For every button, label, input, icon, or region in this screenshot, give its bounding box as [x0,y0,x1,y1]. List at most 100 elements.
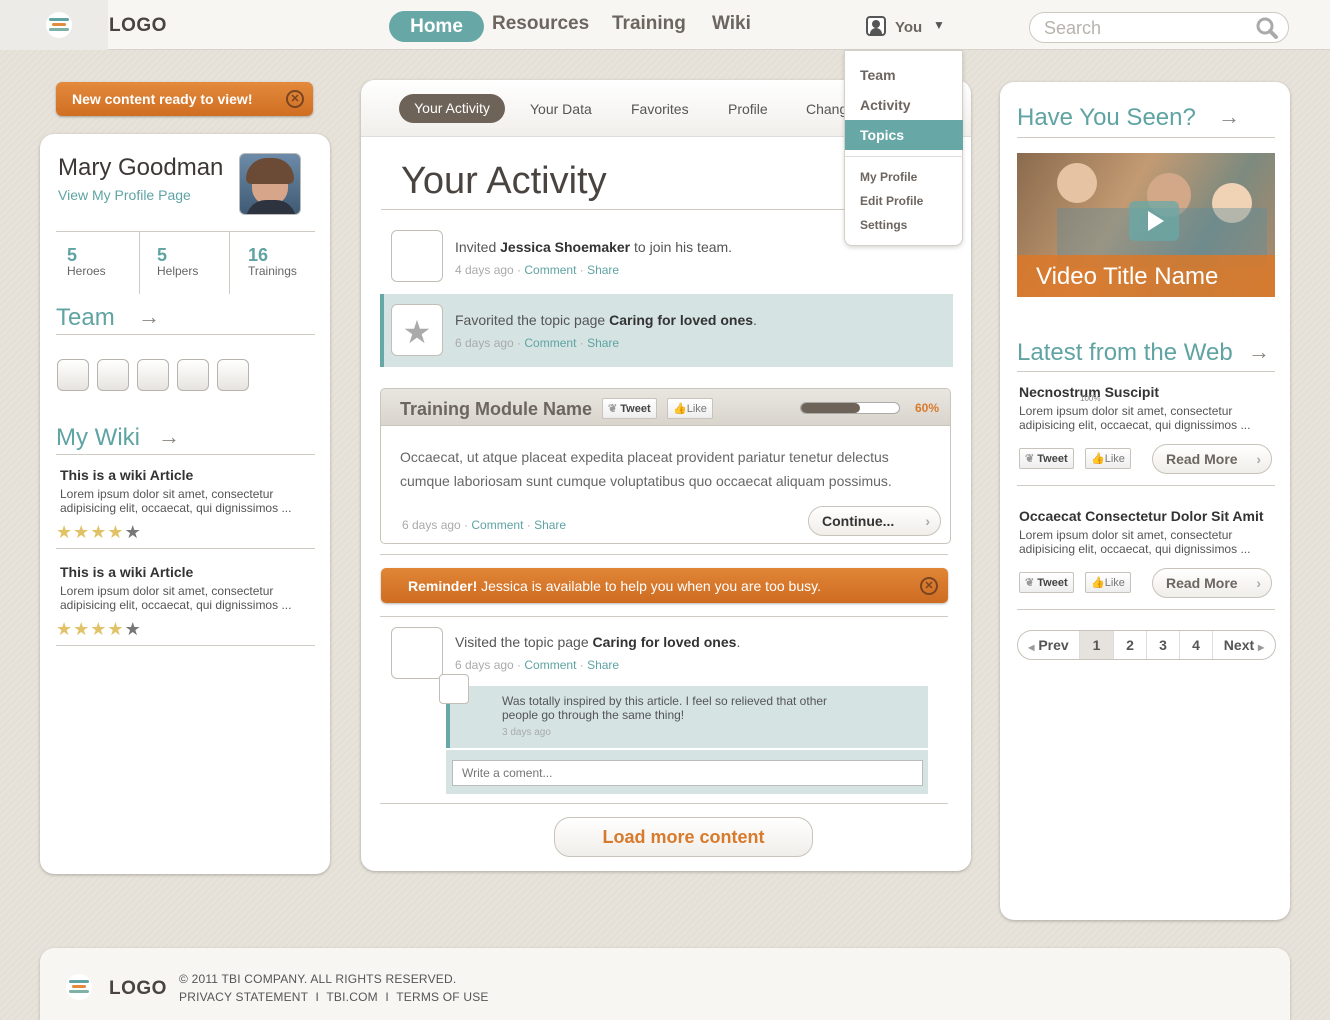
team-member-slot[interactable] [177,359,209,391]
activity-thumbnail[interactable]: ★ [391,304,443,356]
search-box[interactable] [1029,12,1289,43]
rating-stars: ★★★★★ [56,619,142,640]
topic-link[interactable]: Caring for loved ones [609,312,753,328]
pagination-prev[interactable]: ◀ Prev [1018,631,1080,659]
nav-wiki[interactable]: Wiki [712,13,751,35]
tweet-button[interactable]: ❦ Tweet [1019,448,1074,469]
training-module-card: Training Module Name ❦ Tweet 👍Like 60% O… [380,388,951,544]
pagination-page-3[interactable]: 3 [1147,631,1180,659]
comment-link[interactable]: Comment [471,518,523,532]
tab-change[interactable]: Chang [806,101,847,117]
tab-profile[interactable]: Profile [728,101,768,117]
nav-training[interactable]: Training [612,13,686,35]
star-icon: ★ [402,314,432,350]
share-link[interactable]: Share [587,336,619,350]
tab-favorites[interactable]: Favorites [631,101,689,117]
tweet-button[interactable]: ❦ Tweet [1019,572,1074,593]
logo-area [0,0,108,50]
share-link[interactable]: Share [587,658,619,672]
user-dropdown-menu: Team Activity Topics My Profile Edit Pro… [844,50,963,246]
chevron-down-icon[interactable]: ▼ [933,18,945,32]
pagination-next[interactable]: Next ▶ [1213,631,1275,659]
comment-input[interactable] [452,760,923,786]
activity-meta: 6 days ago · Comment · Share [455,336,620,350]
team-member-slot[interactable] [57,359,89,391]
pagination-page-4[interactable]: 4 [1180,631,1213,659]
topic-link[interactable]: Caring for loved ones [593,634,737,650]
wiki-article-title[interactable]: This is a wiki Article [60,467,193,483]
like-button[interactable]: 👍Like [1085,572,1131,593]
thumbs-up-icon: 👍 [673,403,687,415]
latest-web-title[interactable]: Latest from the Web [1017,339,1233,367]
user-menu-label[interactable]: You [895,19,922,36]
notification-banner[interactable]: New content ready to view! ✕ [56,82,313,116]
arrow-right-icon[interactable]: → [1218,104,1240,130]
menu-item-my-profile[interactable]: My Profile [860,170,917,184]
activity-user-link[interactable]: Jessica Shoemaker [500,239,630,255]
wiki-title[interactable]: My Wiki [56,424,140,452]
share-link[interactable]: Share [534,518,566,532]
menu-divider [845,156,963,157]
like-button[interactable]: 👍Like [1085,448,1131,469]
close-icon[interactable]: ✕ [286,90,304,108]
have-you-seen-title[interactable]: Have You Seen? [1017,104,1196,132]
activity-thumbnail[interactable] [391,230,443,282]
read-more-button[interactable]: Read More › [1152,444,1272,474]
divider [380,803,948,804]
wiki-article-title[interactable]: This is a wiki Article [60,564,193,580]
privacy-link[interactable]: PRIVACY STATEMENT [179,990,308,1004]
load-more-button[interactable]: Load more content [554,817,813,857]
reply-text: Was totally inspired by this article. I … [502,694,828,722]
team-title[interactable]: Team [56,304,115,332]
training-title[interactable]: Training Module Name [400,399,592,420]
nav-home[interactable]: Home [389,11,484,42]
team-member-slot[interactable] [97,359,129,391]
read-more-button[interactable]: Read More › [1152,568,1272,598]
menu-item-team[interactable]: Team [860,67,896,83]
arrow-right-icon[interactable]: → [158,424,180,450]
tab-your-data[interactable]: Your Data [530,101,592,117]
arrow-right-icon[interactable]: → [138,304,160,330]
comment-link[interactable]: Comment [524,336,576,350]
star-icon: ★ [107,522,124,542]
team-member-slot[interactable] [217,359,249,391]
chevron-right-icon: › [1256,451,1261,467]
menu-item-settings[interactable]: Settings [860,218,907,232]
reply-avatar[interactable] [439,674,469,704]
web-article-title[interactable]: Occaecat Consectetur Dolor Sit Amit [1019,508,1264,524]
pagination-page-2[interactable]: 2 [1114,631,1147,659]
footer-separator: I [385,990,389,1004]
web-article-body: Lorem ipsum dolor sit amet, consectetur … [1019,404,1251,432]
top-header: LOGO Home Resources Training Wiki You ▼ [0,0,1330,50]
footer-logo-text[interactable]: LOGO [109,978,167,1000]
tweet-button[interactable]: ❦ Tweet [602,398,657,419]
activity-thumbnail[interactable] [391,627,443,679]
menu-item-activity[interactable]: Activity [860,97,911,113]
profile-link[interactable]: View My Profile Page [58,187,191,203]
pagination-page-1[interactable]: 1 [1080,631,1114,659]
continue-button[interactable]: Continue... › [808,506,941,536]
profile-name: Mary Goodman [58,154,224,181]
comment-link[interactable]: Comment [524,658,576,672]
arrow-right-icon[interactable]: → [1248,339,1270,365]
like-button[interactable]: 👍Like [667,398,713,419]
terms-link[interactable]: TERMS OF USE [396,990,488,1004]
logo-text[interactable]: LOGO [109,15,167,37]
user-avatar-icon[interactable] [866,16,886,36]
play-icon[interactable] [1129,201,1179,241]
tab-your-activity[interactable]: Your Activity [399,94,505,123]
progress-bar [800,402,900,414]
search-icon[interactable] [1255,16,1279,40]
close-icon[interactable]: ✕ [920,577,938,595]
tbi-link[interactable]: TBI.COM [326,990,377,1004]
menu-item-edit-profile[interactable]: Edit Profile [860,194,923,208]
video-thumbnail[interactable]: Video Title Name [1017,153,1275,297]
team-member-slot[interactable] [137,359,169,391]
share-link[interactable]: Share [587,263,619,277]
nav-resources[interactable]: Resources [492,13,589,35]
avatar[interactable] [239,153,301,215]
search-input[interactable] [1044,18,1244,39]
menu-item-topics[interactable]: Topics [860,127,904,143]
video-title[interactable]: Video Title Name [1036,263,1218,291]
comment-link[interactable]: Comment [524,263,576,277]
